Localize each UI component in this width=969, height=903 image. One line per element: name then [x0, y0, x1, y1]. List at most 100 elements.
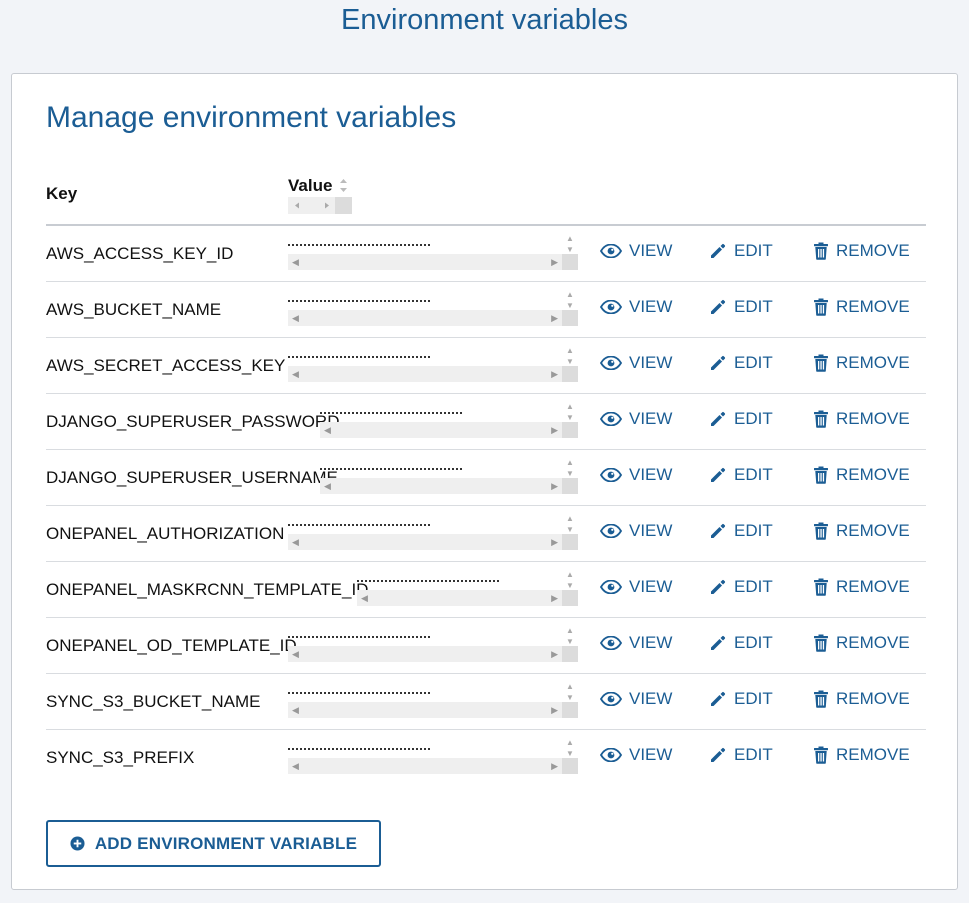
edit-button[interactable]: EDIT: [709, 409, 773, 429]
remove-button[interactable]: REMOVE: [813, 241, 910, 261]
scroll-down-arrow-icon[interactable]: ▼: [566, 693, 574, 702]
scroll-right-arrow-icon[interactable]: ▶: [551, 537, 558, 548]
scroll-down-arrow-icon[interactable]: ▼: [566, 749, 574, 758]
scroll-down-arrow-icon[interactable]: ▼: [566, 301, 574, 310]
scroll-right-arrow-icon[interactable]: ▶: [551, 761, 558, 772]
remove-button[interactable]: REMOVE: [813, 297, 910, 317]
view-button[interactable]: VIEW: [600, 521, 672, 541]
edit-button[interactable]: EDIT: [709, 745, 773, 765]
remove-button[interactable]: REMOVE: [813, 633, 910, 653]
add-environment-variable-button[interactable]: ADD ENVIRONMENT VARIABLE: [46, 820, 381, 867]
masked-value-field[interactable]: ◀ ▶ ▲ ▼: [288, 346, 578, 385]
value-horizontal-scrollbar[interactable]: ◀ ▶: [357, 590, 562, 606]
scroll-down-arrow-icon[interactable]: ▼: [566, 637, 574, 646]
edit-button[interactable]: EDIT: [709, 633, 773, 653]
scroll-left-arrow-icon[interactable]: ◀: [292, 257, 299, 268]
header-value-scrollbar[interactable]: [288, 197, 352, 214]
value-horizontal-scrollbar[interactable]: ◀ ▶: [288, 758, 562, 774]
scroll-right-arrow-icon[interactable]: ▶: [551, 313, 558, 324]
view-button[interactable]: VIEW: [600, 409, 672, 429]
scroll-left-arrow-icon[interactable]: ◀: [324, 425, 331, 436]
view-button[interactable]: VIEW: [600, 577, 672, 597]
edit-button[interactable]: EDIT: [709, 353, 773, 373]
value-horizontal-scrollbar[interactable]: ◀ ▶: [288, 254, 562, 270]
masked-value-field[interactable]: ◀ ▶ ▲ ▼: [288, 514, 578, 553]
scroll-right-arrow-icon[interactable]: ▶: [551, 705, 558, 716]
value-vertical-scrollbar[interactable]: ▲ ▼: [562, 402, 578, 424]
edit-button[interactable]: EDIT: [709, 521, 773, 541]
edit-button[interactable]: EDIT: [709, 297, 773, 317]
remove-button[interactable]: REMOVE: [813, 409, 910, 429]
remove-button[interactable]: REMOVE: [813, 521, 910, 541]
scroll-right-arrow-icon[interactable]: ▶: [551, 593, 558, 604]
view-button[interactable]: VIEW: [600, 689, 672, 709]
scroll-right-arrow-icon[interactable]: ▶: [551, 369, 558, 380]
masked-value-field[interactable]: ◀ ▶ ▲ ▼: [320, 458, 578, 497]
scroll-left-arrow-icon[interactable]: ◀: [292, 761, 299, 772]
view-button[interactable]: VIEW: [600, 465, 672, 485]
masked-value-field[interactable]: ◀ ▶ ▲ ▼: [357, 570, 578, 609]
scroll-up-arrow-icon[interactable]: ▲: [566, 402, 574, 411]
view-button[interactable]: VIEW: [600, 353, 672, 373]
scroll-left-arrow-icon[interactable]: ◀: [361, 593, 368, 604]
scroll-left-arrow-icon[interactable]: ◀: [292, 649, 299, 660]
value-vertical-scrollbar[interactable]: ▲ ▼: [562, 738, 578, 760]
view-button[interactable]: VIEW: [600, 241, 672, 261]
value-vertical-scrollbar[interactable]: ▲ ▼: [562, 570, 578, 592]
masked-value-field[interactable]: ◀ ▶ ▲ ▼: [288, 290, 578, 329]
masked-value-field[interactable]: ◀ ▶ ▲ ▼: [288, 626, 578, 665]
edit-button[interactable]: EDIT: [709, 465, 773, 485]
remove-button[interactable]: REMOVE: [813, 577, 910, 597]
scroll-down-arrow-icon[interactable]: ▼: [566, 413, 574, 422]
view-button[interactable]: VIEW: [600, 745, 672, 765]
scroll-up-arrow-icon[interactable]: ▲: [566, 458, 574, 467]
remove-button[interactable]: REMOVE: [813, 745, 910, 765]
remove-button[interactable]: REMOVE: [813, 353, 910, 373]
value-vertical-scrollbar[interactable]: ▲ ▼: [562, 514, 578, 536]
value-horizontal-scrollbar[interactable]: ◀ ▶: [288, 534, 562, 550]
scroll-left-arrow-icon[interactable]: ◀: [292, 705, 299, 716]
value-vertical-scrollbar[interactable]: ▲ ▼: [562, 458, 578, 480]
scroll-right-arrow-icon[interactable]: ▶: [551, 481, 558, 492]
value-horizontal-scrollbar[interactable]: ◀ ▶: [288, 646, 562, 662]
scroll-down-arrow-icon[interactable]: ▼: [566, 469, 574, 478]
header-value-spinner[interactable]: [335, 176, 352, 195]
scroll-left-arrow-icon[interactable]: ◀: [292, 537, 299, 548]
view-button[interactable]: VIEW: [600, 633, 672, 653]
masked-value-field[interactable]: ◀ ▶ ▲ ▼: [288, 738, 578, 777]
scroll-left-arrow-icon[interactable]: ◀: [324, 481, 331, 492]
value-vertical-scrollbar[interactable]: ▲ ▼: [562, 626, 578, 648]
scroll-up-arrow-icon[interactable]: ▲: [566, 682, 574, 691]
edit-button[interactable]: EDIT: [709, 689, 773, 709]
scroll-up-arrow-icon[interactable]: ▲: [566, 346, 574, 355]
scroll-up-arrow-icon[interactable]: ▲: [566, 514, 574, 523]
value-horizontal-scrollbar[interactable]: ◀ ▶: [288, 310, 562, 326]
scroll-right-arrow-icon[interactable]: ▶: [551, 425, 558, 436]
value-vertical-scrollbar[interactable]: ▲ ▼: [562, 234, 578, 256]
scroll-up-arrow-icon[interactable]: ▲: [566, 290, 574, 299]
value-vertical-scrollbar[interactable]: ▲ ▼: [562, 682, 578, 704]
value-horizontal-scrollbar[interactable]: ◀ ▶: [288, 702, 562, 718]
masked-value-field[interactable]: ◀ ▶ ▲ ▼: [288, 682, 578, 721]
value-horizontal-scrollbar[interactable]: ◀ ▶: [288, 366, 562, 382]
scroll-down-arrow-icon[interactable]: ▼: [566, 581, 574, 590]
scroll-left-arrow-icon[interactable]: ◀: [292, 369, 299, 380]
view-button[interactable]: VIEW: [600, 297, 672, 317]
scroll-left-arrow-icon[interactable]: ◀: [292, 313, 299, 324]
edit-button[interactable]: EDIT: [709, 577, 773, 597]
scroll-up-arrow-icon[interactable]: ▲: [566, 234, 574, 243]
masked-value-field[interactable]: ◀ ▶ ▲ ▼: [320, 402, 578, 441]
scroll-down-arrow-icon[interactable]: ▼: [566, 525, 574, 534]
scroll-right-arrow-icon[interactable]: ▶: [551, 649, 558, 660]
scroll-right-arrow-icon[interactable]: ▶: [551, 257, 558, 268]
remove-button[interactable]: REMOVE: [813, 689, 910, 709]
value-vertical-scrollbar[interactable]: ▲ ▼: [562, 290, 578, 312]
scroll-down-arrow-icon[interactable]: ▼: [566, 357, 574, 366]
remove-button[interactable]: REMOVE: [813, 465, 910, 485]
value-horizontal-scrollbar[interactable]: ◀ ▶: [320, 478, 562, 494]
scroll-up-arrow-icon[interactable]: ▲: [566, 570, 574, 579]
scroll-up-arrow-icon[interactable]: ▲: [566, 626, 574, 635]
masked-value-field[interactable]: ◀ ▶ ▲ ▼: [288, 234, 578, 273]
scroll-up-arrow-icon[interactable]: ▲: [566, 738, 574, 747]
value-vertical-scrollbar[interactable]: ▲ ▼: [562, 346, 578, 368]
